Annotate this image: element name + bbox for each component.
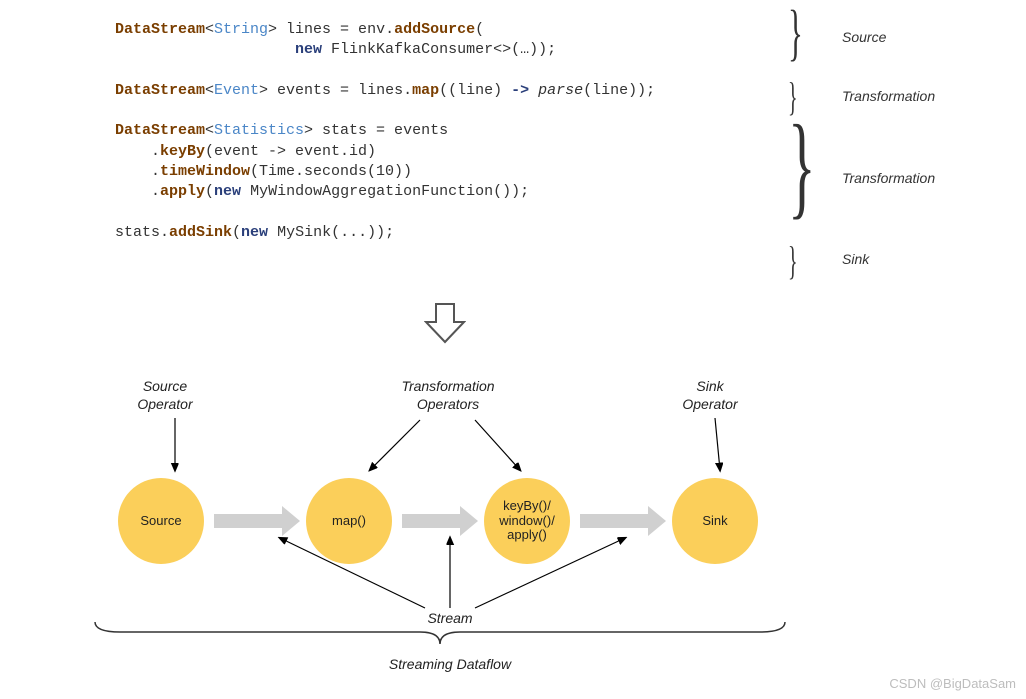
code-token: -> (511, 82, 529, 99)
flow-arrow-icon (402, 514, 462, 528)
dataflow-diagram: Source Operator Transformation Operators… (80, 378, 880, 648)
label-source: Source (842, 29, 886, 45)
code-token: FlinkKafkaConsumer<>(…)); (322, 41, 556, 58)
brace-icon: } (788, 100, 816, 232)
code-token: timeWindow (160, 163, 250, 180)
down-arrow-icon (424, 302, 466, 344)
operator-map: map() (306, 478, 392, 564)
code-token: addSource (394, 21, 475, 38)
label-transformation-2: Transformation (842, 170, 935, 186)
code-token: parse (538, 82, 583, 99)
code-token (115, 41, 295, 58)
code-token: ((line) (439, 82, 511, 99)
node-label: Sink (702, 514, 727, 529)
code-token: Statistics (214, 122, 304, 139)
code-block: DataStream<String> lines = env.addSource… (115, 20, 655, 243)
code-token: > events = lines. (259, 82, 412, 99)
code-token: map (412, 82, 439, 99)
code-token: MyWindowAggregationFunction()); (241, 183, 529, 200)
code-token: String (214, 21, 268, 38)
code-token: ( (205, 183, 214, 200)
node-label: keyBy()/ window()/ apply() (499, 499, 555, 544)
code-token: MySink(...)); (268, 224, 394, 241)
code-token: new (214, 183, 241, 200)
code-token: DataStream (115, 21, 205, 38)
code-token: DataStream (115, 82, 205, 99)
code-token: . (115, 143, 160, 160)
code-token: ( (232, 224, 241, 241)
code-token: (Time.seconds(10)) (250, 163, 412, 180)
code-token (529, 82, 538, 99)
code-token: (line)); (583, 82, 655, 99)
code-token: Event (214, 82, 259, 99)
code-token: keyBy (160, 143, 205, 160)
node-label: Source (140, 514, 181, 529)
code-token: addSink (169, 224, 232, 241)
watermark: CSDN @BigDataSam (889, 676, 1016, 691)
operator-sink: Sink (672, 478, 758, 564)
operator-keyby-window-apply: keyBy()/ window()/ apply() (484, 478, 570, 564)
code-token: (event -> event.id) (205, 143, 376, 160)
code-token: new (241, 224, 268, 241)
code-token: ( (475, 21, 484, 38)
code-token: DataStream (115, 122, 205, 139)
bottom-brace-icon (90, 620, 790, 650)
label-transformation: Transformation (842, 88, 935, 104)
operator-source: Source (118, 478, 204, 564)
label-streaming-dataflow: Streaming Dataflow (350, 656, 550, 672)
label-sink: Sink (842, 251, 869, 267)
brace-icon: } (788, 237, 798, 284)
code-token: apply (160, 183, 205, 200)
code-token: . (115, 183, 160, 200)
flow-arrow-icon (214, 514, 284, 528)
code-token: > stats = events (304, 122, 448, 139)
brace-icon: } (788, 0, 803, 69)
flow-arrow-icon (580, 514, 650, 528)
code-token: stats. (115, 224, 169, 241)
code-token: . (115, 163, 160, 180)
code-token: new (295, 41, 322, 58)
code-token: > lines = env. (268, 21, 394, 38)
node-label: map() (332, 514, 366, 529)
